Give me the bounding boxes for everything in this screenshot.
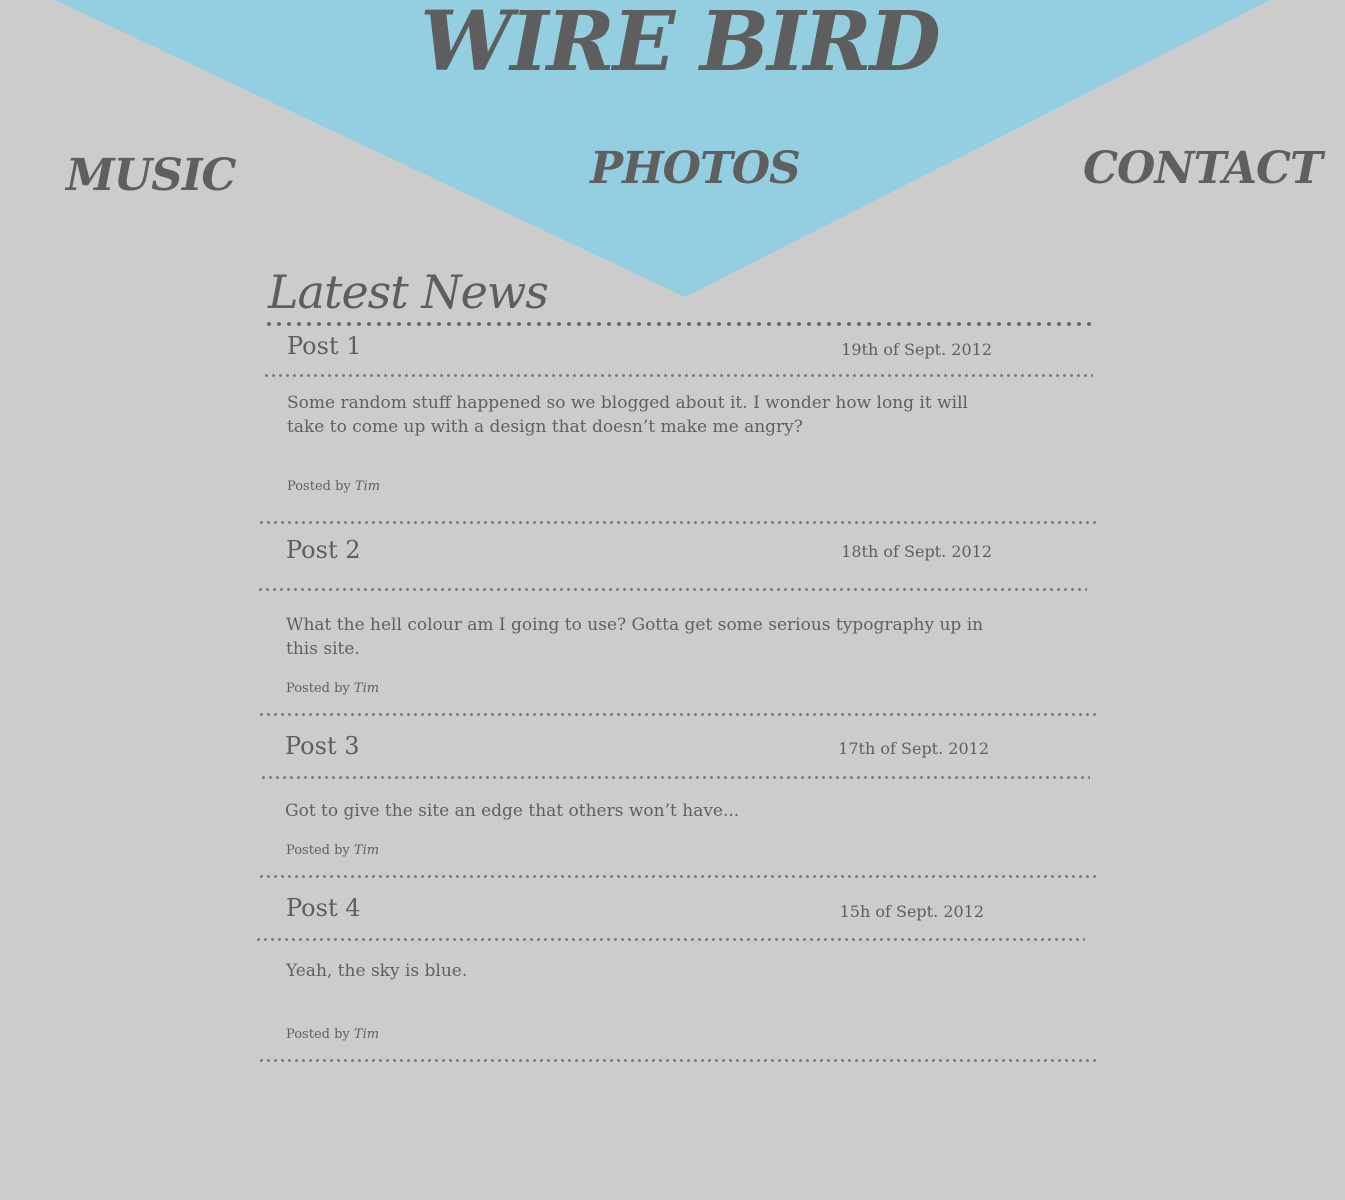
post-divider (258, 875, 1098, 878)
nav-link-contact[interactable]: CONTACT (1083, 143, 1323, 194)
post-author: Posted by Tim (254, 823, 1096, 863)
post-header: Post 1 19th of Sept. 2012 (254, 326, 1096, 374)
post-date: 15h of Sept. 2012 (839, 902, 984, 921)
post-date: 19th of Sept. 2012 (841, 340, 992, 359)
news-post: Post 3 17th of Sept. 2012 Got to give th… (254, 722, 1098, 878)
post-body: Got to give the site an edge that others… (285, 801, 740, 821)
post-body: Some random stuff happened so we blogged… (287, 393, 968, 437)
site-title[interactable]: WIRE BIRD (0, 0, 1345, 90)
news-post: Post 2 18th of Sept. 2012 What the hell … (254, 536, 1098, 716)
posted-by-label: Posted by (286, 1027, 350, 1042)
post-body: Yeah, the sky is blue. (286, 961, 468, 981)
posted-by-label: Posted by (286, 843, 350, 858)
post-date: 18th of Sept. 2012 (841, 542, 992, 561)
posted-by-label: Posted by (287, 479, 351, 494)
post-divider (258, 521, 1098, 524)
post-divider (258, 713, 1098, 716)
nav-link-music[interactable]: MUSIC (66, 150, 236, 201)
author-name[interactable]: Tim (354, 843, 379, 858)
post-title[interactable]: Post 1 (287, 332, 361, 360)
post-author: Posted by Tim (254, 983, 1096, 1047)
post-date: 17th of Sept. 2012 (838, 739, 989, 758)
post-body: What the hell colour am I going to use? … (286, 615, 984, 659)
news-post: Post 1 19th of Sept. 2012 Some random st… (254, 326, 1098, 524)
post-header: Post 2 18th of Sept. 2012 (254, 536, 1096, 588)
post-title[interactable]: Post 2 (286, 536, 360, 564)
latest-news-heading: Latest News (268, 265, 549, 319)
post-author: Posted by Tim (254, 439, 1096, 499)
post-title[interactable]: Post 3 (285, 732, 359, 760)
nav-link-photos[interactable]: PHOTOS (590, 143, 801, 194)
post-header: Post 4 15h of Sept. 2012 (254, 884, 1096, 938)
author-name[interactable]: Tim (354, 681, 379, 696)
news-post: Post 4 15h of Sept. 2012 Yeah, the sky i… (254, 884, 1098, 1062)
posted-by-label: Posted by (286, 681, 350, 696)
author-name[interactable]: Tim (355, 479, 380, 494)
author-name[interactable]: Tim (354, 1027, 379, 1042)
post-header: Post 3 17th of Sept. 2012 (254, 722, 1096, 776)
post-divider (258, 1059, 1098, 1062)
post-title[interactable]: Post 4 (286, 894, 360, 922)
post-author: Posted by Tim (254, 661, 1096, 701)
latest-news-section: Latest News Post 1 19th of Sept. 2012 So… (254, 262, 1098, 1062)
